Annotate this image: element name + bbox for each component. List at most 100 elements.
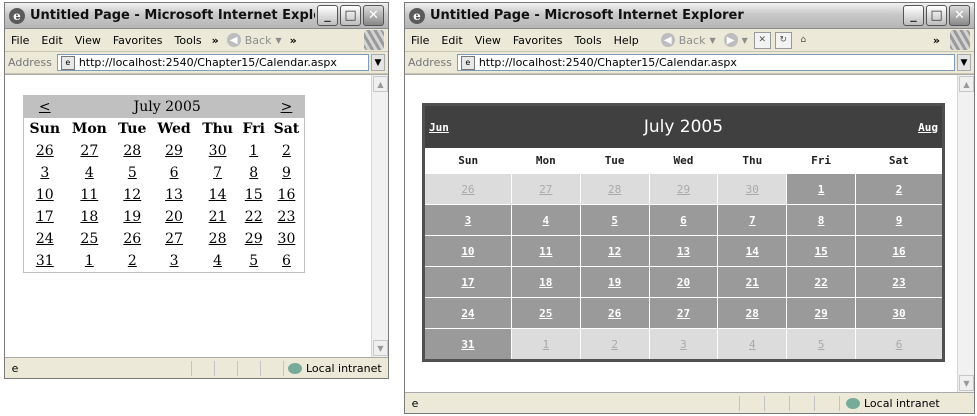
calendar-day[interactable]: 16 — [855, 235, 944, 267]
calendar-day[interactable]: 13 — [648, 235, 719, 267]
calendar-day[interactable]: 31 — [24, 250, 66, 273]
calendar-day[interactable]: 12 — [579, 235, 650, 267]
close-button[interactable]: ✕ — [949, 5, 970, 26]
toolbar-overflow-chevron[interactable]: » — [929, 34, 944, 47]
menu-view[interactable]: View — [69, 34, 107, 47]
calendar-day[interactable]: 18 — [66, 206, 114, 228]
calendar-day[interactable]: 1 — [786, 173, 857, 205]
scroll-up-icon[interactable]: ▲ — [373, 76, 388, 92]
calendar-day[interactable]: 3 — [24, 162, 66, 184]
calendar-day[interactable]: 1 — [238, 140, 268, 162]
scroll-up-icon[interactable]: ▲ — [959, 76, 974, 92]
calendar-day[interactable]: 15 — [238, 184, 268, 206]
calendar-day[interactable]: 11 — [510, 235, 581, 267]
prev-month-label[interactable]: Jun — [429, 121, 449, 134]
back-button[interactable]: ◀ Back ▼ — [657, 33, 720, 47]
maximize-button[interactable]: □ — [340, 5, 361, 26]
address-dropdown-icon[interactable]: ▼ — [371, 54, 385, 71]
calendar-day-other-month[interactable]: 30 — [717, 173, 788, 205]
calendar-day[interactable]: 28 — [717, 297, 788, 329]
calendar-day[interactable]: 29 — [238, 228, 268, 250]
calendar-day[interactable]: 2 — [855, 173, 944, 205]
calendar-day[interactable]: 12 — [113, 184, 151, 206]
calendar-day[interactable]: 3 — [423, 204, 512, 236]
calendar-day[interactable]: 5 — [238, 250, 268, 273]
menu-view[interactable]: View — [469, 34, 507, 47]
calendar-day[interactable]: 9 — [855, 204, 944, 236]
calendar-day-other-month[interactable]: 4 — [717, 328, 788, 361]
calendar-day[interactable]: 3 — [151, 250, 196, 273]
next-month-label[interactable]: Aug — [918, 121, 938, 134]
calendar-day[interactable]: 6 — [648, 204, 719, 236]
back-button[interactable]: ◀ Back ▼ — [223, 33, 286, 47]
calendar-day[interactable]: 8 — [238, 162, 268, 184]
calendar-day[interactable]: 28 — [113, 140, 151, 162]
calendar-day[interactable]: 13 — [151, 184, 196, 206]
calendar-day[interactable]: 22 — [238, 206, 268, 228]
minimize-button[interactable]: _ — [317, 5, 338, 26]
address-input[interactable]: e http://localhost:2540/Chapter15/Calend… — [56, 54, 369, 71]
calendar-day[interactable]: 8 — [786, 204, 857, 236]
calendar-day[interactable]: 26 — [24, 140, 66, 162]
calendar-day[interactable]: 20 — [151, 206, 196, 228]
calendar-day[interactable]: 10 — [423, 235, 512, 267]
calendar-day[interactable]: 7 — [717, 204, 788, 236]
calendar-day[interactable]: 6 — [269, 250, 305, 273]
calendar-day[interactable]: 30 — [855, 297, 944, 329]
menu-favorites[interactable]: Favorites — [107, 34, 169, 47]
next-month-link[interactable]: Aug — [855, 104, 944, 148]
calendar-day[interactable]: 27 — [648, 297, 719, 329]
calendar-day[interactable]: 10 — [24, 184, 66, 206]
calendar-day[interactable]: 5 — [579, 204, 650, 236]
calendar-day[interactable]: 14 — [197, 184, 239, 206]
scroll-down-icon[interactable]: ▼ — [959, 375, 974, 391]
calendar-day[interactable]: 23 — [855, 266, 944, 298]
calendar-day[interactable]: 21 — [717, 266, 788, 298]
minimize-button[interactable]: _ — [903, 5, 924, 26]
calendar-day-other-month[interactable]: 3 — [648, 328, 719, 361]
title-bar[interactable]: e Untitled Page - Microsoft Internet Exp… — [5, 3, 388, 29]
calendar-day[interactable]: 2 — [113, 250, 151, 273]
title-bar[interactable]: e Untitled Page - Microsoft Internet Exp… — [405, 3, 974, 29]
vertical-scrollbar[interactable]: ▲ ▼ — [371, 75, 388, 357]
calendar-day-other-month[interactable]: 27 — [510, 173, 581, 205]
calendar-day[interactable]: 19 — [113, 206, 151, 228]
calendar-day[interactable]: 21 — [197, 206, 239, 228]
calendar-day[interactable]: 23 — [269, 206, 305, 228]
next-month-link[interactable]: > — [269, 96, 305, 118]
scroll-down-icon[interactable]: ▼ — [373, 340, 388, 356]
calendar-day[interactable]: 4 — [197, 250, 239, 273]
calendar-day-other-month[interactable]: 2 — [579, 328, 650, 361]
address-dropdown-icon[interactable]: ▼ — [957, 54, 971, 71]
calendar-day-other-month[interactable]: 6 — [855, 328, 944, 361]
calendar-day[interactable]: 4 — [510, 204, 581, 236]
calendar-day-other-month[interactable]: 28 — [579, 173, 650, 205]
menu-edit[interactable]: Edit — [435, 34, 468, 47]
menu-edit[interactable]: Edit — [35, 34, 68, 47]
menu-overflow-chevron[interactable]: » — [208, 34, 223, 47]
calendar-day[interactable]: 25 — [510, 297, 581, 329]
calendar-day[interactable]: 4 — [66, 162, 114, 184]
calendar-day[interactable]: 31 — [423, 328, 512, 361]
calendar-day-other-month[interactable]: 26 — [423, 173, 512, 205]
forward-button[interactable]: ▶ ▼ — [720, 33, 752, 47]
home-icon[interactable]: ⌂ — [796, 33, 811, 48]
calendar-day[interactable]: 1 — [66, 250, 114, 273]
menu-tools[interactable]: Tools — [169, 34, 208, 47]
calendar-day[interactable]: 24 — [423, 297, 512, 329]
stop-icon[interactable]: ✕ — [753, 31, 771, 49]
menu-tools[interactable]: Tools — [569, 34, 608, 47]
calendar-day-other-month[interactable]: 1 — [510, 328, 581, 361]
menu-file[interactable]: File — [405, 34, 435, 47]
calendar-day[interactable]: 27 — [66, 140, 114, 162]
calendar-day[interactable]: 6 — [151, 162, 196, 184]
calendar-day[interactable]: 25 — [66, 228, 114, 250]
calendar-day[interactable]: 30 — [269, 228, 305, 250]
prev-month-link[interactable]: Jun — [423, 104, 512, 148]
menu-favorites[interactable]: Favorites — [507, 34, 569, 47]
calendar-day[interactable]: 16 — [269, 184, 305, 206]
calendar-day[interactable]: 17 — [24, 206, 66, 228]
calendar-day[interactable]: 29 — [786, 297, 857, 329]
calendar-day[interactable]: 11 — [66, 184, 114, 206]
calendar-day[interactable]: 27 — [151, 228, 196, 250]
